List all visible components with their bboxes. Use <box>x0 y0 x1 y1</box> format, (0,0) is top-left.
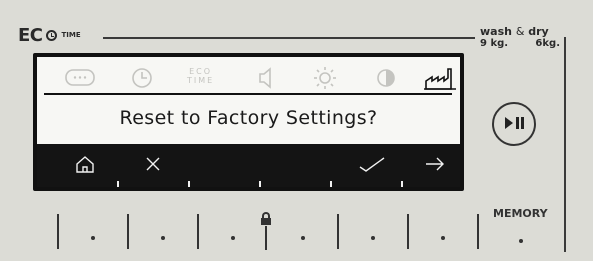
mode-icon-row: ECO TIME <box>37 65 460 95</box>
reset-prompt: Reset to Factory Settings? <box>119 107 378 129</box>
eco-time-icon-line2: TIME <box>187 76 215 85</box>
touch-key-separator[interactable] <box>337 214 339 249</box>
dry-capacity: 6kg. <box>535 38 560 49</box>
lcd-display: ECO TIME Reset to Factory Settings? <box>33 53 464 191</box>
next-button[interactable] <box>415 144 455 187</box>
control-panel: EC TIME wash & dry 9 kg. 6kg. ECO TIME R… <box>0 0 593 261</box>
touch-key-dot[interactable] <box>161 236 165 240</box>
confirm-button[interactable] <box>347 144 397 187</box>
cancel-button[interactable] <box>133 144 173 187</box>
nav-bar <box>37 144 460 187</box>
icon-row-underline <box>44 93 452 95</box>
arrow-right-icon <box>424 155 446 177</box>
capacity-label: wash & dry 9 kg. 6kg. <box>480 26 560 50</box>
play-pause-button[interactable] <box>492 102 536 146</box>
ampersand: & <box>515 25 525 38</box>
right-divider <box>564 37 566 252</box>
nav-tick <box>259 181 261 187</box>
eco-time-icon-line1: ECO <box>189 67 213 76</box>
close-icon <box>144 155 162 177</box>
clock-icon <box>45 29 57 41</box>
dry-label: dry <box>528 25 549 38</box>
nav-tick <box>401 181 403 187</box>
play-pause-icon <box>503 115 525 134</box>
clock-icon <box>129 65 155 95</box>
touch-key-dot[interactable] <box>301 236 305 240</box>
check-icon <box>358 155 386 177</box>
nav-tick <box>330 181 332 187</box>
nav-tick <box>188 181 190 187</box>
touch-key-dot[interactable] <box>231 236 235 240</box>
touch-key-dot[interactable] <box>91 236 95 240</box>
home-icon <box>74 154 96 178</box>
touch-key-separator[interactable] <box>265 226 267 250</box>
sound-icon <box>255 65 277 95</box>
touch-key-separator[interactable] <box>477 214 479 249</box>
nav-tick <box>117 181 119 187</box>
touch-key-separator[interactable] <box>127 214 129 249</box>
lock-body <box>261 218 271 225</box>
child-lock-icon[interactable] <box>260 212 272 226</box>
wash-label: wash <box>480 25 512 38</box>
top-divider <box>103 37 475 39</box>
contrast-icon <box>373 65 399 95</box>
touch-key-separator[interactable] <box>407 214 409 249</box>
eco-logo-text: EC <box>18 24 43 46</box>
memory-button[interactable]: MEMORY <box>493 207 548 220</box>
touch-key-separator[interactable] <box>57 214 59 249</box>
eco-time-icon: ECO TIME <box>187 67 214 85</box>
touch-key-dot[interactable] <box>441 236 445 240</box>
home-button[interactable] <box>65 144 105 187</box>
touch-key-separator[interactable] <box>197 214 199 249</box>
speech-bubble-icon <box>63 65 97 95</box>
eco-time-logo: EC TIME <box>18 24 81 46</box>
brightness-icon <box>311 65 339 95</box>
memory-dot[interactable] <box>519 239 523 243</box>
wash-capacity: 9 kg. <box>480 38 509 49</box>
time-logo-text: TIME <box>61 31 81 39</box>
touch-key-dot[interactable] <box>371 236 375 240</box>
